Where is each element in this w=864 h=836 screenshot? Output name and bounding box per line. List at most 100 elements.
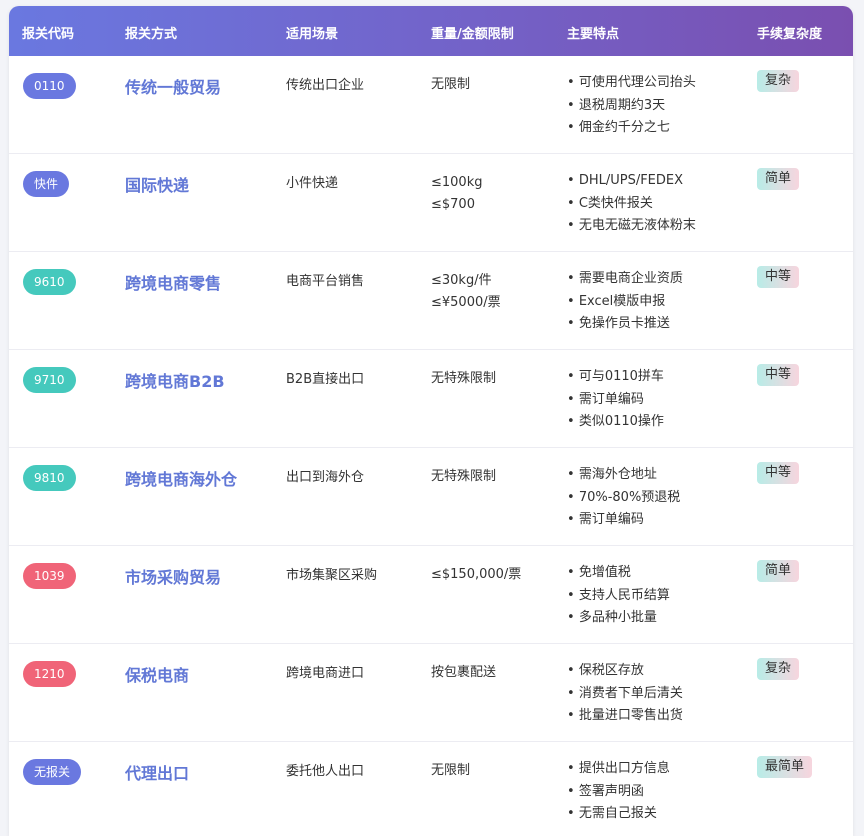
table-header: 报关代码 报关方式 适用场景 重量/金额限制 主要特点 手续复杂度 <box>9 6 853 56</box>
feature-list: 免增值税支持人民币结算多品种小批量 <box>567 562 670 630</box>
header-features: 主要特点 <box>567 27 620 42</box>
limit-cell: 按包裹配送 <box>431 662 496 684</box>
limit-line: ≤¥5000/票 <box>431 295 501 310</box>
feature-text: Excel模版申报 <box>578 293 666 309</box>
feature-text: 需订单编码 <box>578 512 644 527</box>
feature-item: 需海外仓地址 <box>567 464 680 487</box>
feature-text: DHL/UPS/FEDEX <box>578 173 684 188</box>
feature-list: 保税区存放消费者下单后清关批量进口零售出货 <box>567 660 683 728</box>
mode-name: 传统一般贸易 <box>125 78 222 97</box>
code-badge: 9710 <box>23 367 76 393</box>
table-row: 9710 跨境电商B2B B2B直接出口 无特殊限制 可与0110拼车需订单编码类似01… <box>9 350 853 448</box>
code-badge: 无报关 <box>23 759 82 785</box>
feature-item: 签署声明函 <box>567 781 670 804</box>
limit-cell: ≤30kg/件 ≤¥5000/票 <box>431 270 501 314</box>
feature-text: 免操作员卡推送 <box>578 316 670 331</box>
customs-table: 报关代码 报关方式 适用场景 重量/金额限制 主要特点 手续复杂度 0110 传统… <box>9 6 853 836</box>
complexity-badge: 最简单 <box>757 756 813 778</box>
feature-text: 退税周期约3天 <box>578 97 666 113</box>
feature-item: 需订单编码 <box>567 389 664 412</box>
feature-list: 提供出口方信息签署声明函无需自己报关 <box>567 758 670 826</box>
mode-name: 保税电商 <box>125 666 190 685</box>
code-badge: 1039 <box>23 563 76 589</box>
scene-text: 市场集聚区采购 <box>286 568 378 583</box>
feature-item: 免增值税 <box>567 562 670 585</box>
table-body: 0110传统一般贸易传统出口企业无限制可使用代理公司抬头退税周期约3天佣金约千分… <box>9 56 853 836</box>
feature-item: 佣金约千分之七 <box>567 117 696 140</box>
feature-text: 无电无磁无液体粉末 <box>578 218 696 233</box>
scene-text: 跨境电商进口 <box>286 666 365 681</box>
complexity-badge: 中等 <box>757 462 800 484</box>
table-row: 1039 市场采购贸易 市场集聚区采购 ≤$150,000/票 免增值税支持人民币结算多… <box>9 546 853 644</box>
feature-item: Excel模版申报 <box>567 291 683 314</box>
feature-list: 可使用代理公司抬头退税周期约3天佣金约千分之七 <box>567 72 696 140</box>
limit-cell: ≤100kg ≤$700 <box>431 172 483 216</box>
feature-text: 支持人民币结算 <box>578 587 670 603</box>
feature-item: 消费者下单后清关 <box>567 683 683 706</box>
feature-item: 需订单编码 <box>567 509 680 532</box>
feature-text: 佣金约千分之七 <box>578 120 670 135</box>
feature-item: C类快件报关 <box>567 193 696 216</box>
complexity-badge: 复杂 <box>757 70 800 92</box>
limit-line: 无特殊限制 <box>431 469 497 484</box>
scene-text: 委托他人出口 <box>286 764 365 779</box>
feature-item: 批量进口零售出货 <box>567 705 683 728</box>
mode-name: 跨境电商零售 <box>125 274 222 293</box>
scene-text: B2B直接出口 <box>286 372 365 387</box>
header-complexity: 手续复杂度 <box>757 27 823 42</box>
feature-text: 提供出口方信息 <box>578 761 670 776</box>
limit-line: ≤$700 <box>431 197 475 212</box>
feature-list: DHL/UPS/FEDEX C类快件报关无电无磁无液体粉末 <box>567 170 696 238</box>
feature-text: 保税区存放 <box>578 663 644 678</box>
feature-item: 需要电商企业资质 <box>567 268 683 291</box>
feature-item: 免操作员卡推送 <box>567 313 683 336</box>
limit-line: ≤30kg/件 <box>431 273 492 288</box>
limit-line: 无限制 <box>431 77 471 92</box>
header-scene: 适用场景 <box>286 27 339 42</box>
mode-name: 国际快递 <box>125 176 190 195</box>
feature-text: 类似0110操作 <box>578 414 664 429</box>
feature-item: 提供出口方信息 <box>567 758 670 781</box>
complexity-badge: 简单 <box>757 168 800 190</box>
scene-text: 传统出口企业 <box>286 78 365 93</box>
complexity-badge: 简单 <box>757 560 800 582</box>
feature-text: 签署声明函 <box>578 783 644 799</box>
feature-list: 需海外仓地址 70%-80%预退税需订单编码 <box>567 464 680 532</box>
limit-line: 无特殊限制 <box>431 371 497 386</box>
feature-list: 需要电商企业资质 Excel模版申报免操作员卡推送 <box>567 268 683 336</box>
scene-text: 出口到海外仓 <box>286 470 365 485</box>
code-badge: 0110 <box>23 73 76 99</box>
limit-cell: 无限制 <box>431 760 470 782</box>
feature-text: 多品种小批量 <box>578 610 657 625</box>
feature-list: 可与0110拼车需订单编码类似0110操作 <box>567 366 664 434</box>
mode-name: 代理出口 <box>125 764 190 783</box>
mode-name: 市场采购贸易 <box>125 568 222 587</box>
feature-text: C类快件报关 <box>578 195 653 211</box>
complexity-badge: 中等 <box>757 266 800 288</box>
limit-line: 无限制 <box>431 763 471 778</box>
limit-cell: 无特殊限制 <box>431 466 496 488</box>
feature-text: 批量进口零售出货 <box>578 708 683 723</box>
feature-text: 可使用代理公司抬头 <box>578 75 696 90</box>
feature-item: 多品种小批量 <box>567 607 670 630</box>
complexity-badge: 中等 <box>757 364 800 386</box>
feature-text: 消费者下单后清关 <box>578 685 683 701</box>
table-row: 9810 跨境电商海外仓 出口到海外仓 无特殊限制 需海外仓地址 70%-80%预退税需订… <box>9 448 853 546</box>
feature-item: 可使用代理公司抬头 <box>567 72 696 95</box>
feature-text: 需订单编码 <box>578 391 644 407</box>
feature-text: 70%-80%预退税 <box>578 489 681 505</box>
code-badge: 9810 <box>23 465 76 491</box>
feature-item: 无需自己报关 <box>567 803 670 826</box>
complexity-badge: 复杂 <box>757 658 800 680</box>
feature-text: 无需自己报关 <box>578 806 657 821</box>
feature-item: 退税周期约3天 <box>567 95 696 118</box>
table-row: 0110 传统一般贸易 传统出口企业 无限制 可使用代理公司抬头退税周期约3天佣金约千分… <box>9 56 853 154</box>
scene-text: 小件快递 <box>286 176 339 191</box>
table-row: 快件 国际快递 小件快递 ≤100kg ≤$700 DHL/UPS/FEDEX C类快件报关… <box>9 154 853 252</box>
feature-text: 可与0110拼车 <box>578 369 664 384</box>
table-row: 无报关 代理出口 委托他人出口 无限制 提供出口方信息签署声明函无需自己报关 最简单 <box>9 742 853 836</box>
header-code: 报关代码 <box>22 27 75 42</box>
mode-name: 跨境电商B2B <box>125 372 225 391</box>
feature-text: 免增值税 <box>578 565 631 580</box>
feature-item: 保税区存放 <box>567 660 683 683</box>
